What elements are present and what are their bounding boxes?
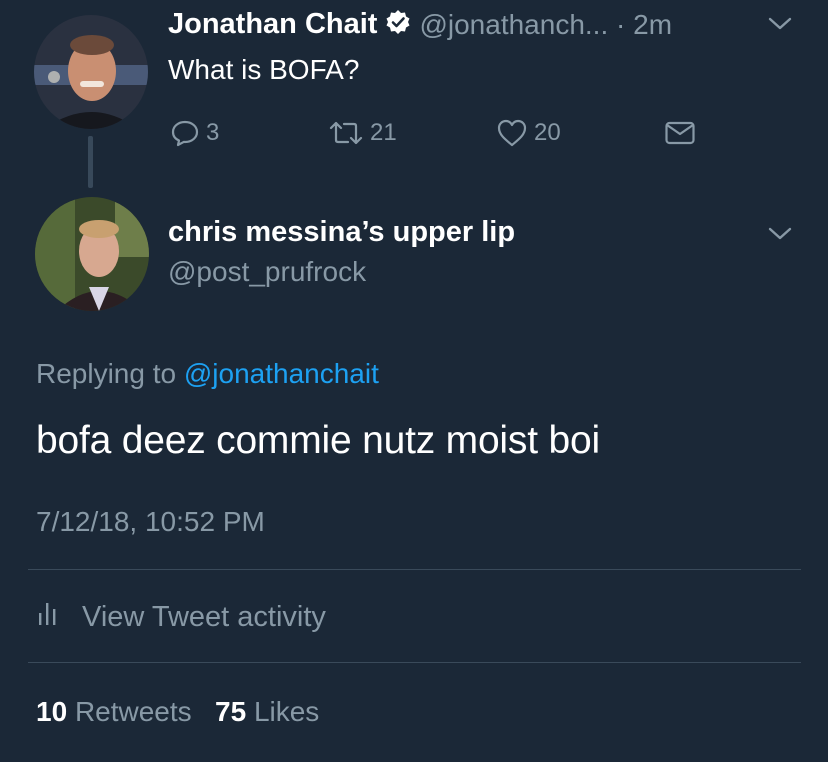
activity-bars-icon xyxy=(36,599,60,635)
avatar-photo xyxy=(35,197,149,311)
replying-to-prefix: Replying to xyxy=(36,358,177,389)
parent-tweet-text: What is BOFA? xyxy=(168,54,360,85)
likes-label: Likes xyxy=(253,696,320,727)
reply-author-name[interactable]: chris messina’s upper lip xyxy=(168,216,515,249)
avatar-jonathan-chait[interactable] xyxy=(34,15,148,129)
reply-icon xyxy=(170,118,200,148)
engagement-stats: 10 Retweets 75 Likes xyxy=(36,696,319,728)
view-tweet-activity-link[interactable]: View Tweet activity xyxy=(36,599,326,635)
retweet-icon xyxy=(328,118,364,148)
avatar-photo xyxy=(34,15,148,129)
parent-header: Jonathan Chait @jonathanch... · 2m xyxy=(168,8,672,41)
reply-chevron-down-icon[interactable] xyxy=(768,226,792,242)
parent-handle-time: @jonathanch... · 2m xyxy=(419,8,673,40)
like-total: 75 xyxy=(215,696,247,727)
view-tweet-activity-label: View Tweet activity xyxy=(82,600,326,633)
retweets-label: Retweets xyxy=(74,696,192,727)
reply-count: 3 xyxy=(206,119,220,146)
like-count: 20 xyxy=(534,119,561,146)
parent-author-name[interactable]: Jonathan Chait xyxy=(168,8,377,41)
verified-badge-icon xyxy=(385,9,411,40)
avatar-post-prufrock[interactable] xyxy=(35,197,149,311)
thread-connector-line xyxy=(88,136,93,188)
retweet-button[interactable]: 21 xyxy=(328,117,397,149)
retweets-stat[interactable]: 10 Retweets xyxy=(36,696,192,727)
divider xyxy=(28,569,801,570)
reply-tweet-text: bofa deez commie nutz moist boi xyxy=(36,419,600,462)
direct-message-icon xyxy=(664,119,696,147)
tweet-timestamp: 7/12/18, 10:52 PM xyxy=(36,506,265,537)
reply-author-handle[interactable]: @post_prufrock xyxy=(168,256,366,288)
retweet-total: 10 xyxy=(36,696,68,727)
likes-stat[interactable]: 75 Likes xyxy=(215,696,319,727)
replying-to-handle-link[interactable]: @jonathanchait xyxy=(184,358,379,389)
replying-to-line: Replying to @jonathanchait xyxy=(36,358,379,390)
like-icon xyxy=(496,118,528,148)
divider xyxy=(28,662,801,663)
parent-chevron-down-icon[interactable] xyxy=(768,16,792,32)
like-button[interactable]: 20 xyxy=(496,117,561,149)
reply-button[interactable]: 3 xyxy=(170,117,219,149)
retweet-count: 21 xyxy=(370,119,397,146)
direct-message-button[interactable] xyxy=(664,117,696,149)
